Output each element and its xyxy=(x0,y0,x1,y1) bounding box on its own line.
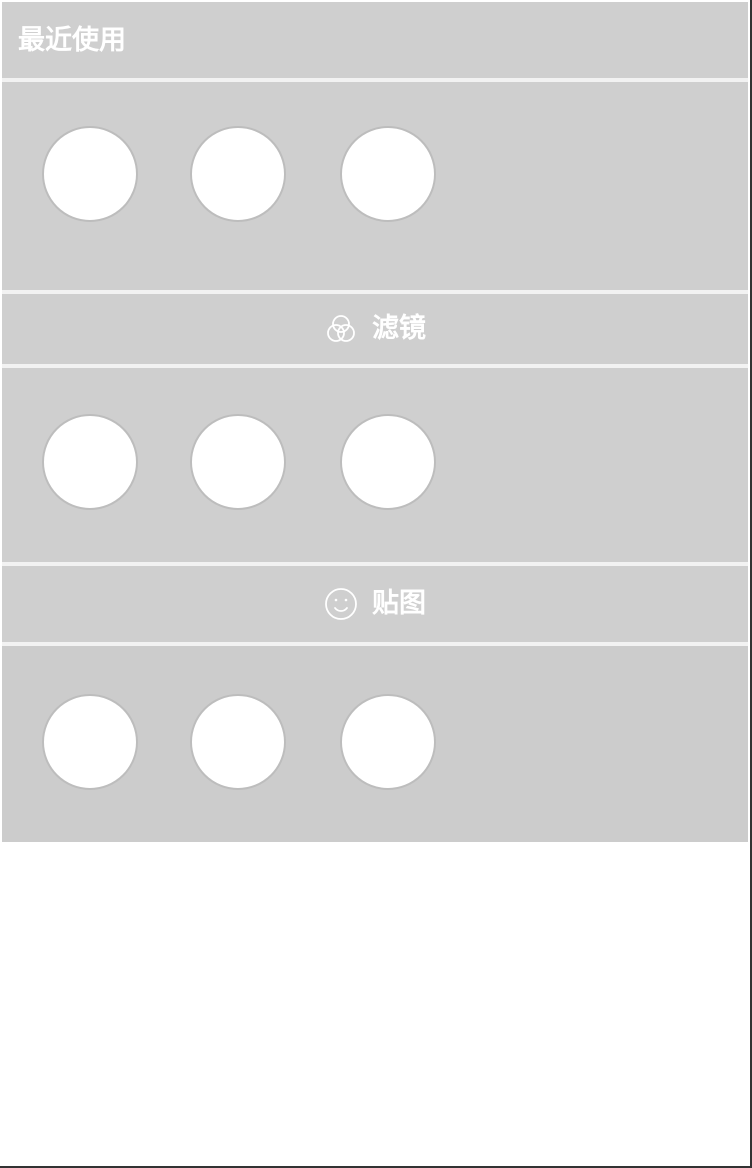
recent-title: 最近使用 xyxy=(18,25,126,56)
filters-items-row xyxy=(2,368,748,562)
filters-header[interactable]: 滤镜 xyxy=(2,294,748,364)
recent-item-thumbnail[interactable] xyxy=(42,126,138,222)
editor-panel: 最近使用 滤镜 贴图 xyxy=(0,0,752,1168)
sticker-item-thumbnail[interactable] xyxy=(340,694,436,790)
stickers-items-row xyxy=(2,646,748,842)
filters-label: 滤镜 xyxy=(372,313,426,344)
filter-icon xyxy=(324,312,358,346)
sticker-item-thumbnail[interactable] xyxy=(190,694,286,790)
stickers-header-content: 贴图 xyxy=(2,566,748,642)
filter-item-thumbnail[interactable] xyxy=(340,414,436,510)
recent-item-thumbnail[interactable] xyxy=(190,126,286,222)
sticker-item-thumbnail[interactable] xyxy=(42,694,138,790)
stickers-header[interactable]: 贴图 xyxy=(2,566,748,642)
filter-item-thumbnail[interactable] xyxy=(42,414,138,510)
filters-header-content: 滤镜 xyxy=(2,294,748,364)
smiley-icon xyxy=(324,587,358,621)
recent-header: 最近使用 xyxy=(2,2,748,78)
recent-item-thumbnail[interactable] xyxy=(340,126,436,222)
filter-item-thumbnail[interactable] xyxy=(190,414,286,510)
recent-items-row xyxy=(2,82,748,290)
stickers-label: 贴图 xyxy=(372,588,426,619)
